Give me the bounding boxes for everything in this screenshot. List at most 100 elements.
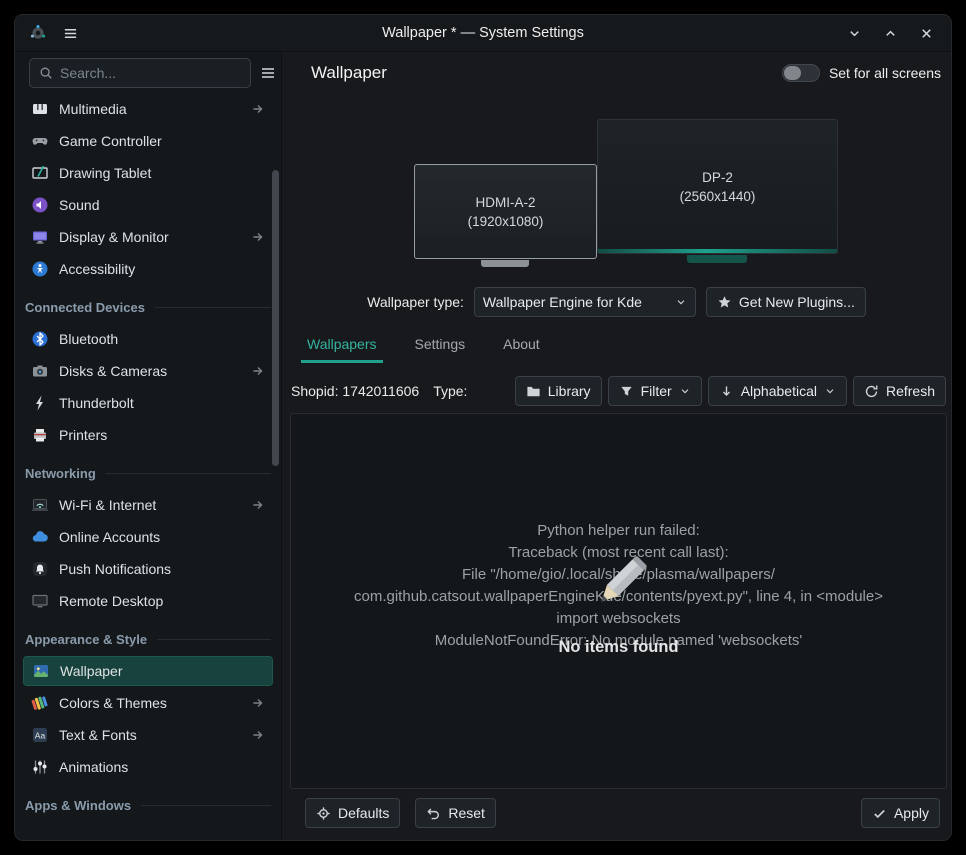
wallpaper-icon <box>32 662 50 680</box>
section-header-label: Connected Devices <box>25 299 145 315</box>
sound-icon <box>31 196 49 214</box>
sidebar-item-accessibility[interactable]: Accessibility <box>23 254 273 284</box>
toggle-label: Set for all screens <box>828 65 941 81</box>
printer-icon <box>31 426 49 444</box>
sidebar-section-networking: Networking <box>23 458 273 488</box>
sidebar-item-display-monitor[interactable]: Display & Monitor <box>23 222 273 252</box>
tab-settings[interactable]: Settings <box>409 331 472 363</box>
sidebar-item-text-fonts[interactable]: Aa Text & Fonts <box>23 720 273 750</box>
defaults-label: Defaults <box>338 805 390 821</box>
library-button[interactable]: Library <box>514 376 602 406</box>
check-icon <box>872 806 887 821</box>
sidebar-item-label: Bluetooth <box>59 331 119 347</box>
sidebar-item-bluetooth[interactable]: Bluetooth <box>23 324 273 354</box>
sidebar-scrollbar[interactable] <box>272 170 279 466</box>
monitor-dp2[interactable]: DP-2 (2560x1440) <box>597 119 838 254</box>
page-title: Wallpaper <box>311 63 387 82</box>
wallpaper-type-select[interactable]: Wallpaper Engine for Kde <box>473 287 696 317</box>
cloud-icon <box>31 528 49 546</box>
wallpaper-grid-view: Python helper run failed: Traceback (mos… <box>290 413 947 789</box>
display-monitor-icon <box>31 228 49 246</box>
sidebar-item-multimedia[interactable]: Multimedia <box>23 94 273 124</box>
animations-icon <box>31 758 49 776</box>
wifi-icon <box>31 496 49 514</box>
monitor-stand <box>687 255 747 263</box>
type-label: Type: <box>433 383 468 399</box>
accessibility-icon <box>31 260 49 278</box>
sidebar-item-push-notifications[interactable]: Push Notifications <box>23 554 273 584</box>
search-field[interactable] <box>29 58 251 88</box>
wallpaper-toolbar: Shopid: 1742011606 Type: Library Filter … <box>282 376 951 406</box>
sidebar-item-game-controller[interactable]: Game Controller <box>23 126 273 156</box>
set-for-all-screens-toggle[interactable] <box>781 64 820 82</box>
chevron-down-icon <box>679 385 691 397</box>
chevron-right-icon <box>251 102 265 116</box>
sidebar-item-wifi-internet[interactable]: Wi-Fi & Internet <box>23 490 273 520</box>
system-settings-window: Wallpaper * — System Settings Search... … <box>14 14 952 841</box>
defaults-button[interactable]: Defaults <box>305 798 401 828</box>
sidebar-item-label: Game Controller <box>59 133 162 149</box>
sort-label: Alphabetical <box>740 383 817 399</box>
get-new-plugins-button[interactable]: Get New Plugins... <box>705 287 866 317</box>
sidebar-item-colors-themes[interactable]: Colors & Themes <box>23 688 273 718</box>
monitor-stand <box>481 260 529 267</box>
multimedia-icon <box>31 100 49 118</box>
maximize-button[interactable] <box>879 22 901 44</box>
footer-buttons: Defaults Reset Apply <box>305 798 940 828</box>
wallpaper-type-label: Wallpaper type: <box>367 294 464 310</box>
window-title: Wallpaper * — System Settings <box>382 25 584 41</box>
wallpaper-type-value: Wallpaper Engine for Kde <box>482 294 642 310</box>
monitor-layout-preview: DP-2 (2560x1440) HDMI-A-2 (1920x1080) <box>282 94 951 282</box>
sidebar-item-label: Disks & Cameras <box>59 363 168 379</box>
sidebar-item-disks-cameras[interactable]: Disks & Cameras <box>23 356 273 386</box>
sidebar-nav: Multimedia Game Controller Drawing Table… <box>15 90 281 840</box>
sidebar-item-sound[interactable]: Sound <box>23 190 273 220</box>
sidebar-item-label: Printers <box>59 427 108 443</box>
hamburger-menu-icon[interactable] <box>59 22 81 44</box>
sidebar-item-remote-desktop[interactable]: Remote Desktop <box>23 586 273 616</box>
sidebar-item-label: Push Notifications <box>59 561 172 577</box>
sidebar-item-label: Wi-Fi & Internet <box>59 497 157 513</box>
monitor-hdmi-a-2[interactable]: HDMI-A-2 (1920x1080) <box>414 164 597 259</box>
sidebar-item-label: Animations <box>59 759 129 775</box>
shopid-label: Shopid: 1742011606 <box>291 383 420 399</box>
sidebar-item-label: Online Accounts <box>59 529 161 545</box>
monitor-name: HDMI-A-2 <box>475 194 536 210</box>
sort-button[interactable]: Alphabetical <box>707 376 847 406</box>
sort-descending-icon <box>719 384 734 399</box>
tab-bar: Wallpapers Settings About <box>301 331 951 363</box>
monitor-resolution: (2560x1440) <box>679 188 756 204</box>
tab-wallpapers[interactable]: Wallpapers <box>301 331 383 363</box>
section-header-label: Appearance & Style <box>25 631 148 647</box>
tab-about[interactable]: About <box>497 331 546 363</box>
star-icon <box>717 295 732 310</box>
sidebar-section-appearance-style: Appearance & Style <box>23 624 273 654</box>
sidebar-menu-icon[interactable] <box>260 58 276 88</box>
close-button[interactable] <box>915 22 937 44</box>
sidebar-item-label: Multimedia <box>59 101 127 117</box>
get-new-plugins-label: Get New Plugins... <box>738 294 855 310</box>
svg-text:Aa: Aa <box>35 730 46 740</box>
sidebar: Multimedia Game Controller Drawing Table… <box>15 52 282 840</box>
chevron-down-icon <box>675 296 687 308</box>
search-input[interactable] <box>60 65 241 81</box>
sidebar-item-online-accounts[interactable]: Online Accounts <box>23 522 273 552</box>
apply-label: Apply <box>893 805 929 821</box>
reset-button[interactable]: Reset <box>415 798 496 828</box>
apply-button[interactable]: Apply <box>860 798 940 828</box>
filter-button[interactable]: Filter <box>607 376 702 406</box>
sidebar-item-printers[interactable]: Printers <box>23 420 273 450</box>
camera-icon <box>31 362 49 380</box>
library-label: Library <box>547 383 591 399</box>
sidebar-item-label: Text & Fonts <box>59 727 137 743</box>
refresh-button[interactable]: Refresh <box>852 376 946 406</box>
sidebar-item-drawing-tablet[interactable]: Drawing Tablet <box>23 158 273 188</box>
sidebar-item-thunderbolt[interactable]: Thunderbolt <box>23 388 273 418</box>
sidebar-item-wallpaper[interactable]: Wallpaper <box>23 656 273 686</box>
drawing-tablet-icon <box>31 164 49 182</box>
game-controller-icon <box>31 132 49 150</box>
section-header-label: Networking <box>25 465 96 481</box>
sidebar-item-animations[interactable]: Animations <box>23 752 273 782</box>
reset-label: Reset <box>448 805 485 821</box>
minimize-button[interactable] <box>843 22 865 44</box>
